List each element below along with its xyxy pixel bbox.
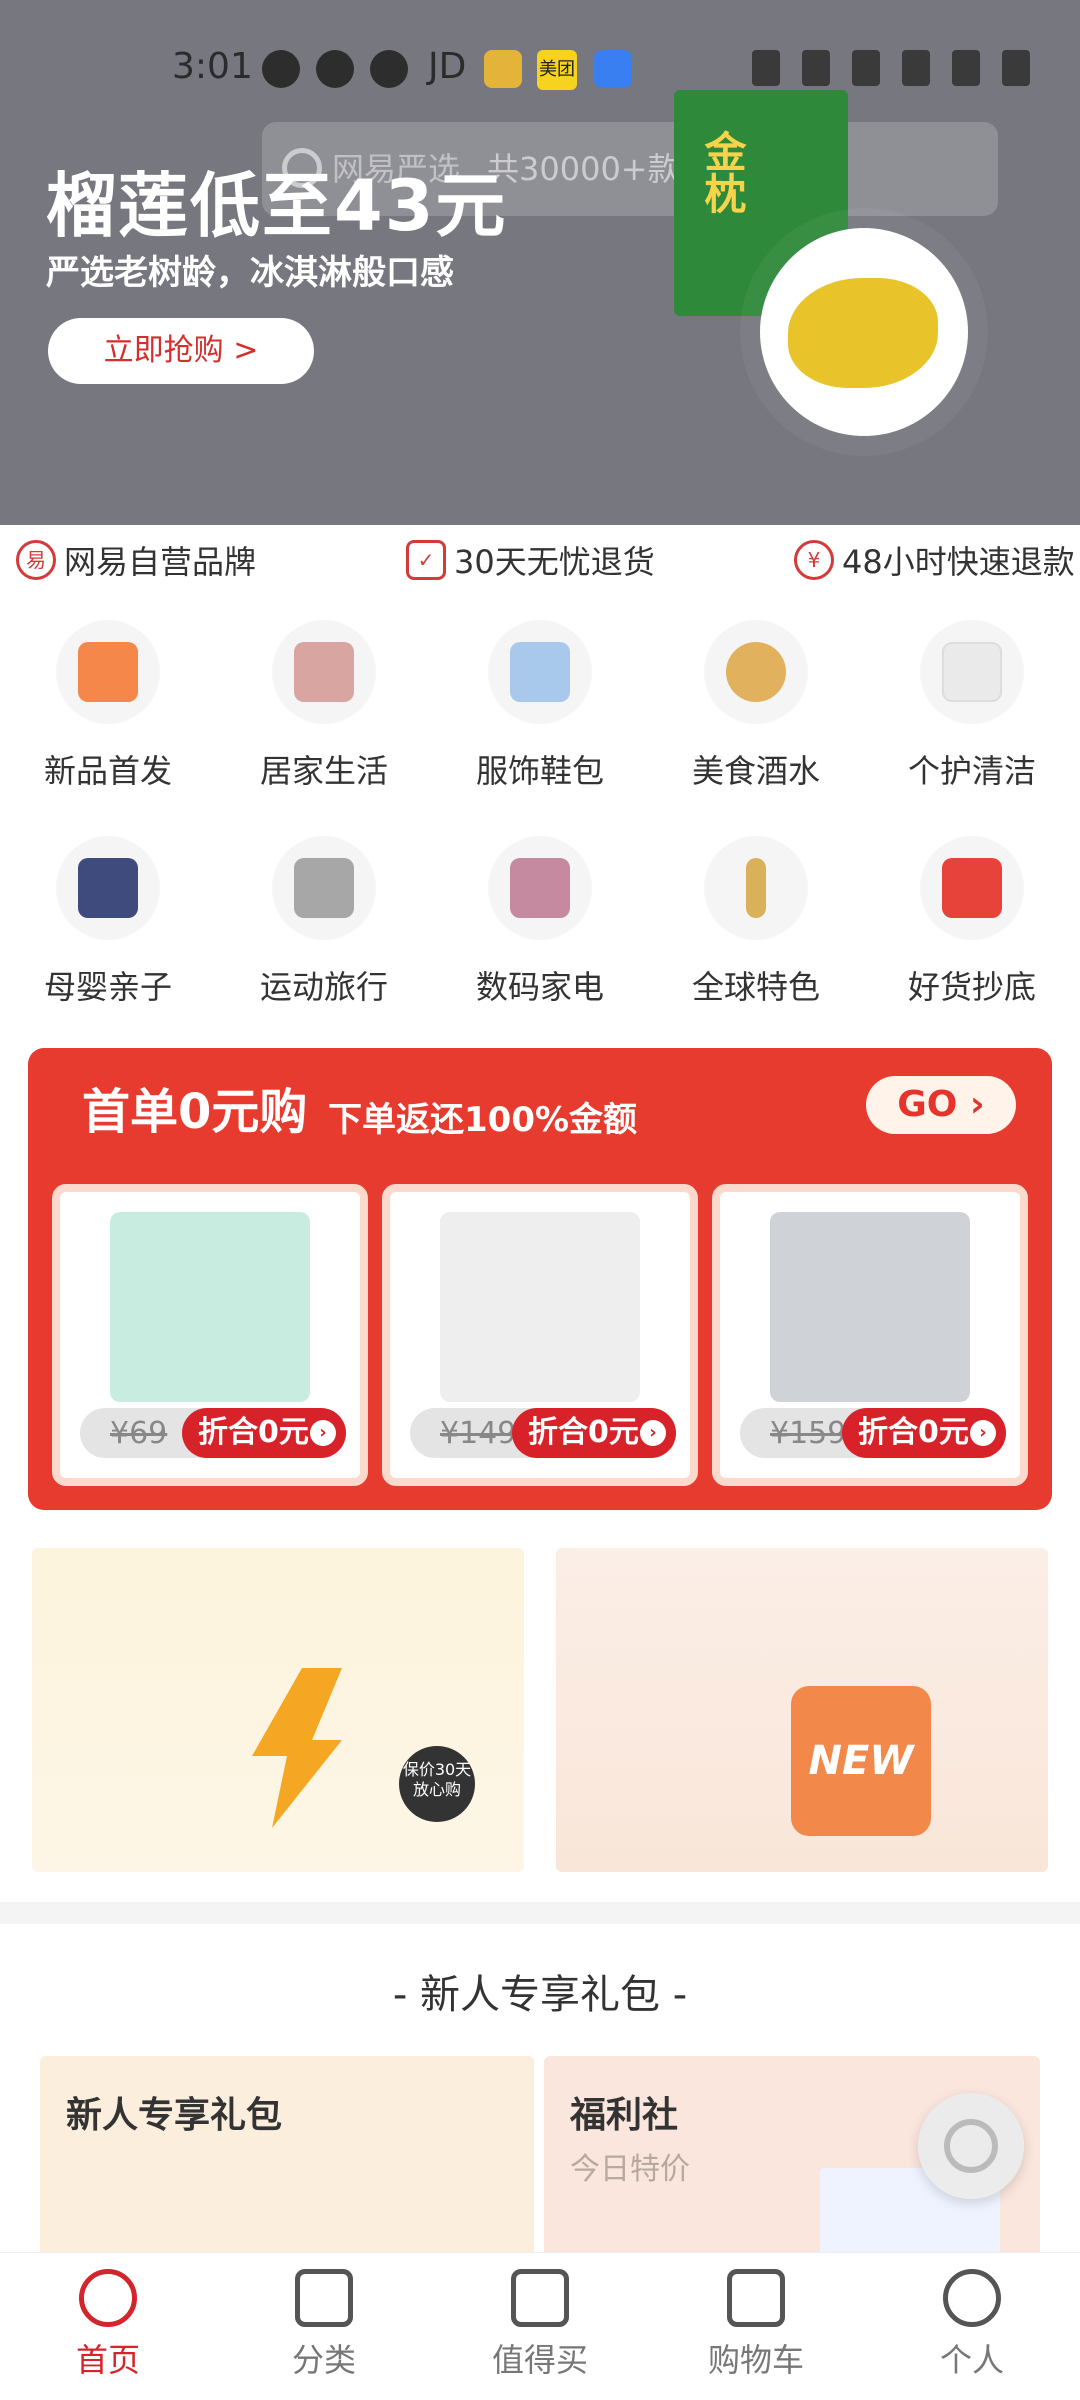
card-subtitle: 今日特价 — [570, 2152, 690, 2187]
original-price: ¥69 — [110, 1416, 168, 1451]
free-badge: 折合0元 › — [182, 1408, 346, 1458]
tissue-icon — [942, 642, 1002, 702]
lightning-icon — [252, 1668, 342, 1828]
meituan-icon: 美团 — [537, 50, 577, 90]
flash-sale-icon — [942, 858, 1002, 918]
promo-item[interactable]: ¥159 折合0元 › — [712, 1184, 1028, 1486]
jd-app-label: JD — [428, 46, 467, 87]
shirt-icon — [510, 642, 570, 702]
nfc-icon — [752, 50, 780, 86]
category-icon — [295, 2269, 353, 2327]
promo-item[interactable]: ¥149 折合0元 › — [382, 1184, 698, 1486]
promo-title: 首单0元购 — [82, 1084, 308, 1140]
brand-icon: 易 — [16, 540, 56, 580]
new-shopping-bag-icon: NEW — [791, 1686, 931, 1836]
cart-icon — [727, 2269, 785, 2327]
battery-icon — [1002, 50, 1030, 86]
refresh-icon — [944, 2119, 998, 2173]
tiktok-icon — [262, 50, 300, 88]
guarantee-refund: ¥ 48小时快速退款 — [794, 537, 1075, 583]
original-price: ¥159 — [770, 1416, 847, 1451]
app-icon — [316, 50, 354, 88]
category-global[interactable]: 全球特色 — [676, 836, 836, 1008]
hero-banner[interactable]: 3:01 JD 美团 网易严选 共30000+款好物 榴莲低至43元 严选老树龄… — [0, 0, 1080, 525]
tab-home[interactable]: 首页 — [0, 2253, 216, 2400]
guarantee-bar: 易 网易自营品牌 ✓ 30天无忧退货 ¥ 48小时快速退款 — [0, 537, 1080, 587]
free-badge: 折合0元 › — [842, 1408, 1006, 1458]
suitcase-icon — [294, 858, 354, 918]
food-bowl-icon — [726, 642, 786, 702]
beauty-roller-icon — [746, 858, 766, 918]
category-food[interactable]: 美食酒水 — [676, 620, 836, 792]
product-box-label: 金枕 — [698, 130, 747, 214]
free-badge: 折合0元 › — [512, 1408, 676, 1458]
new-bag-icon — [78, 642, 138, 702]
product-image — [110, 1212, 310, 1402]
person-icon — [943, 2269, 1001, 2327]
promo-go-button[interactable]: GO › — [866, 1076, 1016, 1134]
promo-item[interactable]: ¥69 折合0元 › — [52, 1184, 368, 1486]
shield-check-icon: ✓ — [406, 540, 446, 580]
price-guarantee-badge: 保价30天放心购 — [399, 1746, 475, 1822]
category-baby[interactable]: 母婴亲子 — [28, 836, 188, 1008]
yen-icon: ¥ — [794, 540, 834, 580]
category-personal-care[interactable]: 个护清洁 — [892, 620, 1052, 792]
price-tag: ¥149 折合0元 › — [410, 1408, 676, 1458]
bed-icon — [294, 642, 354, 702]
category-electronics[interactable]: 数码家电 — [460, 836, 620, 1008]
refresh-float-button[interactable] — [918, 2093, 1024, 2199]
vibrate-icon — [802, 50, 830, 86]
card-title: 新人专享礼包 — [66, 2095, 283, 2136]
card-title: 福利社 — [570, 2095, 679, 2136]
product-image — [440, 1212, 640, 1402]
tab-cart[interactable]: 购物车 — [648, 2253, 864, 2400]
app-icon — [370, 50, 408, 88]
guarantee-return: ✓ 30天无忧退货 — [406, 537, 655, 583]
original-price: ¥149 — [440, 1416, 517, 1451]
thumbs-up-icon — [511, 2269, 569, 2327]
appliance-icon — [510, 858, 570, 918]
category-deals[interactable]: 好货抄底 — [892, 836, 1052, 1008]
category-new[interactable]: 新品首发 — [28, 620, 188, 792]
section-divider — [0, 1902, 1080, 1924]
banner-subtitle: 严选老树龄，冰淇淋般口感 — [46, 253, 454, 293]
chevron-right-icon: › — [640, 1420, 666, 1446]
section-title: - 新人专享礼包 - — [392, 1972, 688, 2018]
home-screen: 3:01 JD 美团 网易严选 共30000+款好物 榴莲低至43元 严选老树龄… — [0, 0, 1080, 2400]
guarantee-brand: 易 网易自营品牌 — [16, 537, 256, 583]
status-bar: 3:01 JD 美团 — [0, 40, 1080, 100]
promo-subtitle: 下单返还100%金额 — [328, 1100, 638, 1140]
price-tag: ¥69 折合0元 › — [80, 1408, 346, 1458]
buy-now-button[interactable]: 立即抢购 > — [48, 318, 314, 384]
chevron-right-icon: › — [310, 1420, 336, 1446]
wifi-icon — [852, 50, 880, 86]
signal-icon — [952, 50, 980, 86]
banner-title: 榴莲低至43元 — [46, 165, 508, 247]
tab-profile[interactable]: 个人 — [864, 2253, 1080, 2400]
category-home[interactable]: 居家生活 — [244, 620, 404, 792]
status-time: 3:01 — [172, 46, 253, 87]
category-apparel[interactable]: 服饰鞋包 — [460, 620, 620, 792]
tab-worth-buying[interactable]: 值得买 — [432, 2253, 648, 2400]
product-image — [770, 1212, 970, 1402]
system-icons — [752, 50, 1030, 86]
chevron-right-icon: › — [970, 1420, 996, 1446]
new-arrivals-tile[interactable]: NEW — [556, 1548, 1048, 1872]
game-icon — [484, 50, 522, 88]
newcomer-gift-card[interactable]: 新人专享礼包 — [40, 2056, 534, 2256]
tab-category[interactable]: 分类 — [216, 2253, 432, 2400]
durian-image — [760, 228, 968, 436]
signal-icon — [902, 50, 930, 86]
bottom-nav: 首页 分类 值得买 购物车 个人 — [0, 2252, 1080, 2400]
home-icon — [79, 2269, 137, 2327]
price-tag: ¥159 折合0元 › — [740, 1408, 1006, 1458]
backpack-icon — [78, 858, 138, 918]
app-icon — [594, 50, 632, 88]
category-sport-travel[interactable]: 运动旅行 — [244, 836, 404, 1008]
price-protection-tile[interactable]: 保价30天放心购 — [32, 1548, 524, 1872]
first-order-promo[interactable]: 首单0元购 下单返还100%金额 GO › ¥69 折合0元 › ¥149 折合0… — [28, 1048, 1052, 1510]
